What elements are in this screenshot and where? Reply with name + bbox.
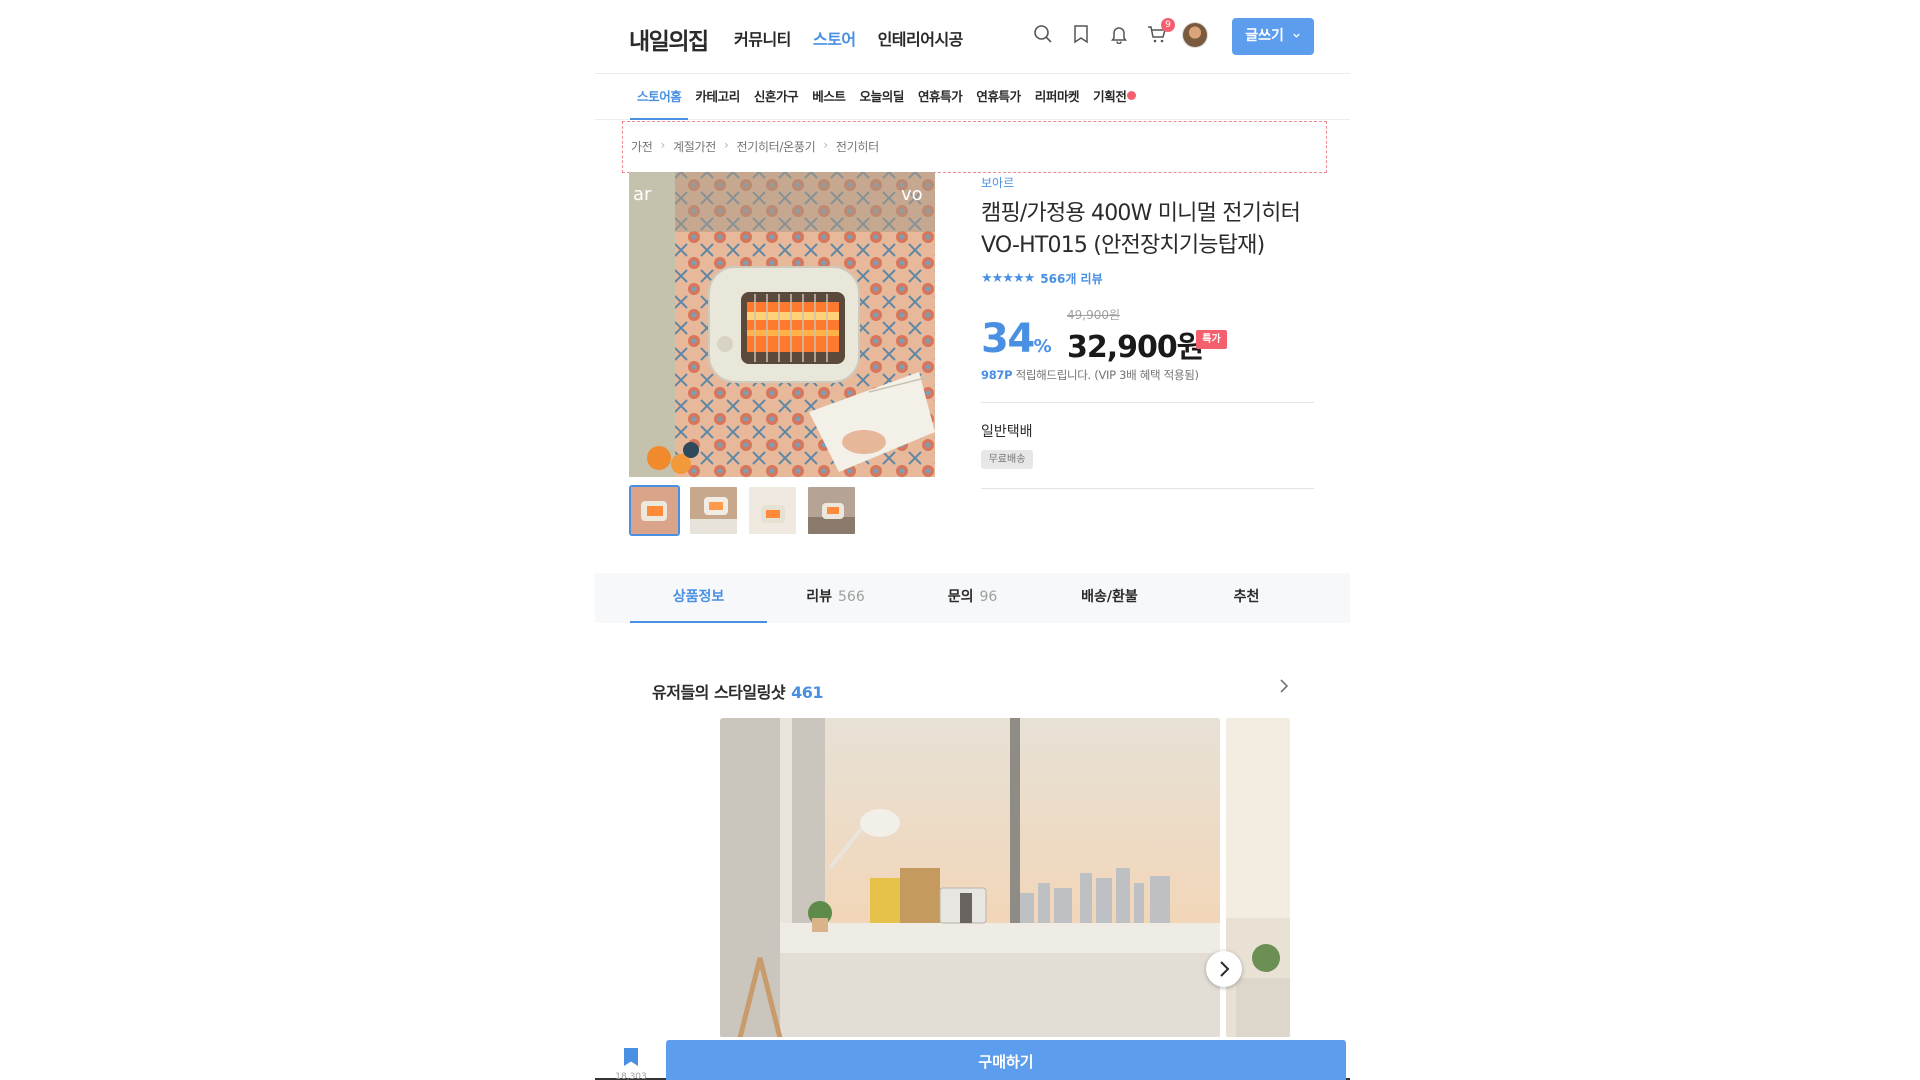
global-header: 내일의집 커뮤니티 스토어 인테리어시공 9 글쓰기	[595, 0, 1350, 74]
breadcrumb-item[interactable]: 전기히터/온풍기	[736, 138, 815, 155]
nav-store[interactable]: 스토어	[813, 26, 856, 50]
breadcrumb-item[interactable]: 전기히터	[836, 138, 879, 155]
bell-icon[interactable]	[1109, 24, 1129, 45]
svg-text:ar: ar	[633, 184, 652, 205]
star-icon: ★★★★★	[981, 271, 1035, 286]
cart-icon[interactable]: 9	[1147, 18, 1175, 44]
subnav-category[interactable]: 카테고리	[688, 74, 746, 120]
product-thumbnail[interactable]	[806, 485, 857, 536]
chevron-right-icon[interactable]	[1275, 677, 1293, 695]
tab-shipping-refund[interactable]: 배송/환불	[1041, 573, 1178, 623]
divider	[981, 402, 1314, 403]
product-tabs: 상품정보 리뷰 566 문의 96 배송/환불 추천	[595, 573, 1350, 623]
breadcrumb-highlight: 가전 › 계절가전 › 전기히터/온풍기 › 전기히터	[622, 121, 1327, 173]
product-page: 내일의집 커뮤니티 스토어 인테리어시공 9 글쓰기 스토어홈 카테고리 신혼가…	[595, 0, 1350, 1080]
product-thumbnail[interactable]	[688, 485, 739, 536]
bookmark-button[interactable]: 18,303	[611, 1047, 651, 1080]
subnav-exhibition[interactable]: 기획전	[1086, 74, 1143, 120]
global-nav: 커뮤니티 스토어 인테리어시공	[734, 26, 963, 50]
store-subnav: 스토어홈 카테고리 신혼가구 베스트 오늘의딜 연휴특가 연휴특가 리퍼마켓 기…	[595, 74, 1350, 120]
free-shipping-tag: 무료배송	[981, 450, 1033, 469]
discount-unit: %	[1033, 336, 1052, 357]
review-count: 566개 리뷰	[1040, 272, 1103, 286]
subnav-todays-deal[interactable]: 오늘의딜	[853, 74, 911, 120]
product-title: 캠핑/가정용 400W 미니멀 전기히터 VO-HT015 (안전장치기능탑재)	[981, 201, 1301, 258]
sale-price: 32,900원	[1067, 330, 1204, 365]
subnav-holiday-sale-2[interactable]: 연휴특가	[969, 74, 1027, 120]
bookmark-icon	[624, 1048, 638, 1066]
shipping-method: 일반택배	[981, 424, 1033, 440]
tab-reviews[interactable]: 리뷰 566	[767, 573, 904, 623]
tab-label: 상품정보	[672, 589, 725, 605]
subnav-holiday-sale-1[interactable]: 연휴특가	[911, 74, 969, 120]
bookmark-count: 18,303	[615, 1072, 647, 1080]
tab-qna[interactable]: 문의 96	[904, 573, 1041, 623]
points-text: 적립해드립니다. (VIP 3배 혜택 적용됨)	[1015, 368, 1199, 382]
search-icon[interactable]	[1033, 24, 1053, 44]
tab-product-info[interactable]: 상품정보	[630, 573, 767, 623]
avatar[interactable]	[1182, 22, 1208, 48]
tab-recommend[interactable]: 추천	[1178, 573, 1315, 623]
subnav-store-home[interactable]: 스토어홈	[630, 74, 689, 120]
product-thumbnail[interactable]	[629, 485, 680, 536]
points-info: 987P 적립해드립니다. (VIP 3배 혜택 적용됨)	[981, 367, 1199, 383]
product-thumbnails	[629, 485, 857, 536]
breadcrumb-item[interactable]: 가전	[631, 138, 653, 155]
subnav-refurb-market[interactable]: 리퍼마켓	[1028, 74, 1086, 120]
special-badge: 특가	[1196, 330, 1227, 349]
product-main-image[interactable]: vo ar	[629, 172, 935, 477]
original-price: 49,900원	[1067, 308, 1121, 322]
svg-text:vo: vo	[901, 184, 923, 205]
carousel-next-button[interactable]	[1206, 951, 1242, 987]
points-amount: 987P	[981, 368, 1013, 382]
chevron-right-icon: ›	[823, 138, 828, 152]
tab-label: 배송/환불	[1081, 589, 1138, 605]
tab-count: 96	[979, 589, 998, 605]
tab-label: 문의	[947, 589, 974, 605]
chevron-down-icon	[1293, 33, 1300, 38]
divider	[981, 488, 1314, 489]
bottom-action-bar: 18,303 구매하기	[595, 1037, 1350, 1080]
subnav-best[interactable]: 베스트	[805, 74, 852, 120]
write-button[interactable]: 글쓰기	[1232, 18, 1314, 55]
bookmark-icon[interactable]	[1071, 24, 1091, 44]
product-rating[interactable]: ★★★★★ 566개 리뷰	[981, 270, 1103, 287]
styling-shots-count: 461	[791, 683, 823, 702]
tab-count: 566	[838, 589, 865, 605]
brand-name[interactable]: 보아르	[981, 174, 1014, 191]
cart-count-badge: 9	[1161, 18, 1175, 32]
product-thumbnail[interactable]	[747, 485, 798, 536]
tab-label: 리뷰	[806, 589, 833, 605]
buy-button[interactable]: 구매하기	[666, 1040, 1346, 1080]
header-icons: 9	[1033, 18, 1175, 45]
subnav-exhibition-label: 기획전	[1093, 89, 1127, 104]
nav-community[interactable]: 커뮤니티	[734, 26, 791, 50]
styling-shot-image-next[interactable]	[1226, 718, 1290, 1038]
chevron-right-icon: ›	[723, 138, 729, 152]
breadcrumb-item[interactable]: 계절가전	[673, 138, 716, 155]
site-logo[interactable]: 내일의집	[629, 22, 709, 56]
subnav-newlywed[interactable]: 신혼가구	[747, 74, 805, 120]
styling-shots-title: 유저들의 스타일링샷 461	[652, 679, 823, 703]
breadcrumb: 가전 › 계절가전 › 전기히터/온풍기 › 전기히터	[631, 138, 879, 155]
tab-label: 추천	[1233, 589, 1260, 605]
discount-number: 34	[981, 316, 1035, 362]
new-badge-icon	[1127, 91, 1137, 100]
write-button-label: 글쓰기	[1245, 28, 1284, 44]
styling-shot-image[interactable]	[720, 718, 1220, 1038]
styling-shots-label: 유저들의 스타일링샷	[652, 683, 786, 702]
discount-rate: 34%	[981, 316, 1052, 362]
chevron-right-icon: ›	[660, 138, 665, 152]
nav-interior[interactable]: 인테리어시공	[878, 26, 964, 50]
